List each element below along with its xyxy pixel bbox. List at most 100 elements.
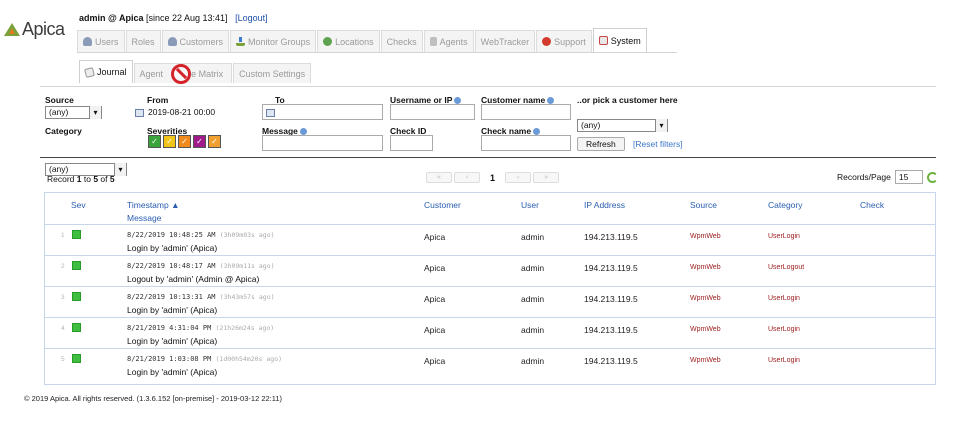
reset-filters-link[interactable]: [Reset filters] bbox=[633, 139, 683, 149]
tab-label: WebTracker bbox=[480, 36, 530, 47]
check-name-input[interactable] bbox=[481, 135, 571, 151]
col-ip-address[interactable]: IP Address bbox=[584, 200, 625, 210]
tab-webtracker[interactable]: WebTracker bbox=[474, 30, 536, 52]
system-icon bbox=[598, 36, 608, 45]
cell-source: WpmWeb bbox=[690, 326, 721, 333]
cell-message: Login by 'admin' (Apica) bbox=[127, 243, 218, 253]
cell-ip-address: 194.213.119.5 bbox=[584, 263, 638, 273]
globe-icon bbox=[323, 37, 333, 46]
severity-checkbox-ok[interactable]: ✓ bbox=[148, 135, 161, 148]
journal-icon bbox=[83, 66, 96, 78]
table-row[interactable]: 3 8/22/2019 10:13:31 AM (3h43m57s ago) Log… bbox=[45, 286, 935, 317]
cell-source: WpmWeb bbox=[690, 233, 721, 240]
checkmark-icon: ✓ bbox=[151, 137, 158, 146]
pagination: « ‹ 1 › » bbox=[426, 172, 560, 183]
record-count: Record 1 to 5 of 5 bbox=[47, 174, 115, 184]
col-timestamp[interactable]: Timestamp ▲ bbox=[127, 200, 180, 210]
last-page-button[interactable]: » bbox=[533, 172, 560, 183]
table-row[interactable]: 2 8/22/2019 10:48:17 AM (3h09m11s ago) Log… bbox=[45, 255, 935, 286]
first-page-button[interactable]: « bbox=[426, 172, 452, 183]
cell-category: UserLogin bbox=[768, 233, 800, 240]
cell-ip-address: 194.213.119.5 bbox=[584, 232, 638, 242]
cell-source: WpmWeb bbox=[690, 264, 721, 271]
user-status-line: admin @ Apica [since 22 Aug 13:41] [Logo… bbox=[79, 13, 268, 23]
records-per-page-label: Records/Page bbox=[837, 172, 891, 182]
tab-checks[interactable]: Checks bbox=[380, 30, 423, 52]
customer-select[interactable]: (any) bbox=[577, 119, 668, 132]
tab-locations[interactable]: Locations bbox=[317, 30, 380, 52]
records-per-page-input[interactable]: 15 bbox=[894, 170, 923, 184]
tab-roles[interactable]: Roles bbox=[125, 30, 161, 52]
cell-customer: Apica bbox=[424, 356, 446, 366]
col-sev[interactable]: Sev bbox=[71, 200, 86, 210]
apica-logo: Apica bbox=[4, 18, 65, 40]
table-row[interactable]: 4 8/21/2019 4:31:04 PM (21h26m24s ago) Log… bbox=[45, 317, 935, 348]
next-page-button[interactable]: › bbox=[505, 172, 532, 183]
col-customer[interactable]: Customer bbox=[424, 200, 461, 210]
tab-agents[interactable]: Agents bbox=[423, 30, 474, 52]
source-label: Source bbox=[45, 95, 74, 105]
check-id-input[interactable] bbox=[390, 135, 433, 151]
col-source[interactable]: Source bbox=[690, 200, 717, 210]
apica-logo-mark-icon bbox=[4, 22, 20, 36]
subtab-journal[interactable]: Journal bbox=[79, 60, 133, 83]
severity-checkbox-info[interactable]: ✓ bbox=[163, 135, 176, 148]
network-icon bbox=[236, 37, 246, 46]
table-row[interactable]: 1 8/22/2019 10:48:25 AM (3h09m03s ago) Log… bbox=[45, 224, 935, 255]
col-message[interactable]: Message bbox=[127, 213, 162, 223]
records-per-page: Records/Page 15 bbox=[837, 170, 938, 184]
tab-label: Support bbox=[554, 36, 586, 47]
col-user[interactable]: User bbox=[521, 200, 539, 210]
refresh-button[interactable]: Refresh bbox=[577, 137, 625, 151]
cell-ip-address: 194.213.119.5 bbox=[584, 325, 638, 335]
tab-monitor-groups[interactable]: Monitor Groups bbox=[230, 30, 317, 52]
message-input[interactable] bbox=[262, 135, 383, 151]
to-date-input[interactable] bbox=[262, 104, 383, 120]
cell-customer: Apica bbox=[424, 263, 446, 273]
row-number: 1 bbox=[61, 232, 65, 239]
row-number: 3 bbox=[61, 294, 65, 301]
username-input[interactable] bbox=[390, 104, 475, 120]
customer-name-input[interactable] bbox=[481, 104, 571, 120]
table-row[interactable]: 5 8/21/2019 1:03:08 PM (1d00h54m20s ago) L… bbox=[45, 348, 935, 379]
pick-customer-label: ..or pick a customer here bbox=[577, 95, 678, 105]
support-icon bbox=[542, 37, 552, 46]
row-number: 5 bbox=[61, 356, 65, 363]
cell-user: admin bbox=[521, 294, 545, 304]
from-date-input[interactable]: 2019-08-21 00:00 bbox=[133, 105, 238, 121]
cell-source: WpmWeb bbox=[690, 357, 721, 364]
severity-ok-icon bbox=[72, 354, 81, 363]
cell-message: Login by 'admin' (Apica) bbox=[127, 336, 218, 346]
cell-timestamp: 8/22/2019 10:48:25 AM (3h09m03s ago) bbox=[127, 231, 275, 239]
person-icon bbox=[167, 37, 177, 46]
logout-link[interactable]: [Logout] bbox=[235, 13, 268, 23]
checkmark-icon: ✓ bbox=[211, 137, 218, 146]
subtabs-divider bbox=[40, 86, 936, 87]
prev-page-button[interactable]: ‹ bbox=[454, 172, 480, 183]
col-check[interactable]: Check bbox=[860, 200, 884, 210]
checkmark-icon: ✓ bbox=[196, 137, 203, 146]
severity-ok-icon bbox=[72, 261, 81, 270]
tab-customers[interactable]: Customers bbox=[161, 30, 230, 52]
subtab-custom-settings[interactable]: Custom Settings bbox=[233, 63, 312, 83]
refresh-icon[interactable] bbox=[926, 171, 938, 183]
cell-customer: Apica bbox=[424, 325, 446, 335]
tab-support[interactable]: Support bbox=[536, 30, 592, 52]
subtab-label: Agent bbox=[139, 68, 164, 79]
cell-customer: Apica bbox=[424, 232, 446, 242]
tab-label: Monitor Groups bbox=[248, 36, 311, 47]
tab-system[interactable]: System bbox=[592, 28, 647, 52]
severity-checkbox-warning[interactable]: ✓ bbox=[178, 135, 191, 148]
source-select[interactable]: (any) bbox=[45, 106, 102, 119]
logo-text: Apica bbox=[22, 18, 65, 39]
current-page[interactable]: 1 bbox=[490, 173, 495, 183]
cell-user: admin bbox=[521, 356, 545, 366]
tab-users[interactable]: Users bbox=[77, 30, 125, 52]
severity-checkbox-fatal[interactable]: ✓ bbox=[208, 135, 221, 148]
cell-ip-address: 194.213.119.5 bbox=[584, 294, 638, 304]
severity-checkbox-error[interactable]: ✓ bbox=[193, 135, 206, 148]
cell-message: Logout by 'admin' (Admin @ Apica) bbox=[127, 274, 260, 284]
subtab-label: e Matrix bbox=[191, 68, 224, 79]
col-category[interactable]: Category bbox=[768, 200, 803, 210]
current-user: admin @ Apica bbox=[79, 13, 144, 23]
